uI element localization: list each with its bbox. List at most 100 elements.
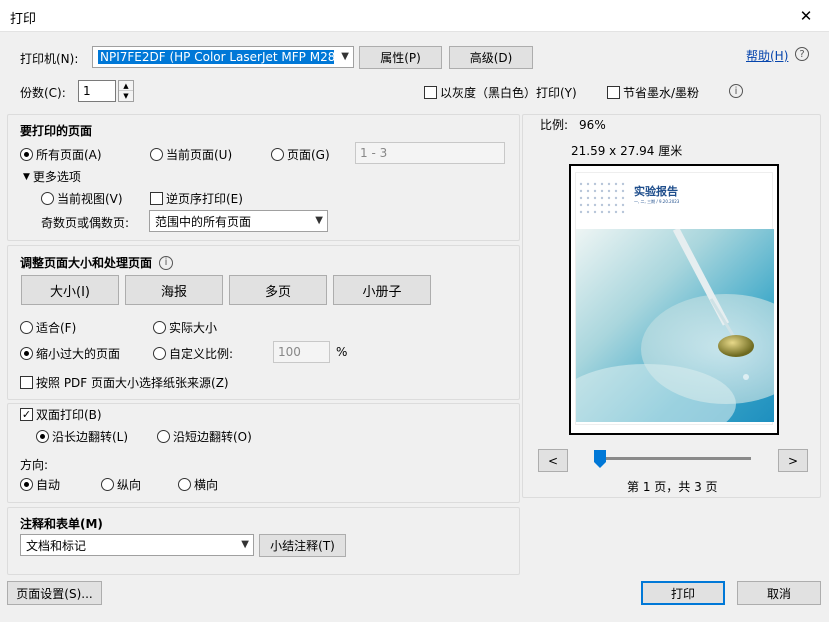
landscape-label: 横向: [194, 478, 219, 492]
scale-value: 96%: [579, 117, 606, 132]
properties-button[interactable]: 属性(P): [359, 46, 442, 69]
poster-tab-button[interactable]: 海报: [125, 275, 223, 305]
size-tab-button[interactable]: 大小(I): [21, 275, 119, 305]
custom-scale-label: 自定义比例:: [169, 347, 234, 361]
pdf-source-checkbox[interactable]: [20, 376, 33, 389]
info-icon[interactable]: i: [729, 84, 743, 98]
more-options-toggle[interactable]: ▼ 更多选项: [23, 168, 81, 185]
close-icon[interactable]: ✕: [783, 0, 829, 32]
landscape-radio[interactable]: [178, 478, 191, 491]
current-view-radio[interactable]: [41, 192, 54, 205]
all-pages-label: 所有页面(A): [36, 148, 102, 162]
page-setup-button[interactable]: 页面设置(S)...: [7, 581, 102, 605]
grayscale-option[interactable]: 以灰度（黑白色）打印(Y): [424, 84, 577, 101]
info-icon[interactable]: i: [159, 255, 174, 270]
long-edge-radio[interactable]: [36, 430, 49, 443]
current-view-label: 当前视图(V): [57, 192, 123, 206]
stepper-up-icon[interactable]: ▲: [119, 81, 133, 91]
pdf-source-option[interactable]: 按照 PDF 页面大小选择纸张来源(Z): [20, 374, 229, 391]
current-page-option[interactable]: 当前页面(U): [150, 146, 232, 163]
advanced-button[interactable]: 高级(D): [449, 46, 533, 69]
save-ink-label: 节省墨水/墨粉: [623, 86, 700, 100]
dot-pattern-graphic: [579, 182, 625, 214]
long-edge-label: 沿长边翻转(L): [52, 430, 129, 444]
help-link[interactable]: 帮助(H): [746, 47, 788, 64]
title-bar: 打印 ✕: [0, 0, 829, 32]
odd-even-select[interactable]: 范围中的所有页面 ▼: [149, 210, 328, 232]
short-edge-option[interactable]: 沿短边翻转(O): [157, 428, 252, 445]
chevron-down-icon: ▼: [241, 539, 249, 550]
reverse-checkbox[interactable]: [150, 192, 163, 205]
printer-select-value: NPI7FE2DF (HP Color LaserJet MFP M281fdw…: [98, 50, 334, 64]
pdf-source-label: 按照 PDF 页面大小选择纸张来源(Z): [36, 376, 229, 390]
next-page-button[interactable]: >: [778, 449, 808, 472]
actual-size-option[interactable]: 实际大小: [153, 319, 217, 336]
paper-dimensions: 21.59 x 27.94 厘米: [571, 144, 683, 158]
preview-doc-subtitle: 一, 二, 三期 / 9.20.2023: [634, 199, 680, 204]
all-pages-radio[interactable]: [20, 148, 33, 161]
print-button[interactable]: 打印: [641, 581, 725, 605]
fit-radio[interactable]: [20, 321, 33, 334]
custom-scale-radio[interactable]: [153, 347, 166, 360]
stepper-down-icon[interactable]: ▼: [119, 91, 133, 101]
pages-heading: 要打印的页面: [20, 124, 93, 138]
prev-page-button[interactable]: <: [538, 449, 568, 472]
reverse-label: 逆页序打印(E): [166, 192, 243, 206]
short-edge-radio[interactable]: [157, 430, 170, 443]
landscape-option[interactable]: 横向: [178, 476, 218, 493]
grayscale-checkbox[interactable]: [424, 86, 437, 99]
reverse-option[interactable]: 逆页序打印(E): [150, 190, 243, 207]
copies-input[interactable]: 1: [78, 80, 116, 102]
shrink-radio[interactable]: [20, 347, 33, 360]
booklet-tab-button[interactable]: 小册子: [333, 275, 431, 305]
comments-select[interactable]: 文档和标记 ▼: [20, 534, 254, 556]
duplex-label: 双面打印(B): [36, 408, 102, 422]
duplex-option[interactable]: ✓ 双面打印(B): [20, 406, 102, 423]
save-ink-checkbox[interactable]: [607, 86, 620, 99]
help-icon[interactable]: ?: [795, 47, 809, 61]
page-slider-track[interactable]: [600, 457, 751, 460]
printer-select[interactable]: NPI7FE2DF (HP Color LaserJet MFP M281fdw…: [92, 46, 354, 68]
custom-scale-input[interactable]: 100: [273, 341, 330, 363]
scale-label: 比例:: [540, 118, 569, 132]
long-edge-option[interactable]: 沿长边翻转(L): [36, 428, 128, 445]
more-options-label: 更多选项: [32, 170, 81, 184]
actual-size-label: 实际大小: [169, 321, 218, 335]
orientation-label: 方向:: [20, 458, 49, 472]
portrait-option[interactable]: 纵向: [101, 476, 141, 493]
portrait-radio[interactable]: [101, 478, 114, 491]
custom-scale-option[interactable]: 自定义比例:: [153, 345, 233, 362]
multiple-tab-button[interactable]: 多页: [229, 275, 327, 305]
auto-orientation-radio[interactable]: [20, 478, 33, 491]
current-page-radio[interactable]: [150, 148, 163, 161]
chevron-down-icon: ▼: [315, 215, 323, 226]
auto-orientation-option[interactable]: 自动: [20, 476, 60, 493]
lab-photo-image: [576, 229, 774, 422]
auto-orientation-label: 自动: [36, 478, 61, 492]
window-title: 打印: [10, 12, 37, 27]
fit-label: 适合(F): [36, 321, 77, 335]
comments-heading: 注释和表单(M): [20, 517, 103, 531]
current-view-option[interactable]: 当前视图(V): [41, 190, 123, 207]
shrink-option[interactable]: 缩小过大的页面: [20, 345, 120, 362]
preview-page: 实验报告 一, 二, 三期 / 9.20.2023: [575, 172, 774, 425]
save-ink-option[interactable]: 节省墨水/墨粉: [607, 84, 699, 101]
pages-option[interactable]: 页面(G): [271, 146, 330, 163]
cancel-button[interactable]: 取消: [737, 581, 821, 605]
pages-radio[interactable]: [271, 148, 284, 161]
pages-range-input[interactable]: 1 - 3: [355, 142, 505, 164]
copies-stepper[interactable]: ▲ ▼: [118, 80, 134, 102]
fit-option[interactable]: 适合(F): [20, 319, 76, 336]
all-pages-option[interactable]: 所有页面(A): [20, 146, 102, 163]
comments-value: 文档和标记: [26, 538, 87, 553]
page-slider-thumb[interactable]: [594, 450, 606, 468]
short-edge-label: 沿短边翻转(O): [173, 430, 252, 444]
duplex-checkbox[interactable]: ✓: [20, 408, 33, 421]
sizing-heading: 调整页面大小和处理页面: [20, 256, 153, 270]
actual-size-radio[interactable]: [153, 321, 166, 334]
summarize-comments-button[interactable]: 小结注释(T): [259, 534, 346, 557]
preview-doc-title: 实验报告: [634, 185, 678, 198]
copies-label: 份数(C):: [20, 86, 66, 100]
scale-readout: 比例: 96%: [540, 116, 606, 133]
page-preview: 实验报告 一, 二, 三期 / 9.20.2023: [569, 164, 779, 435]
